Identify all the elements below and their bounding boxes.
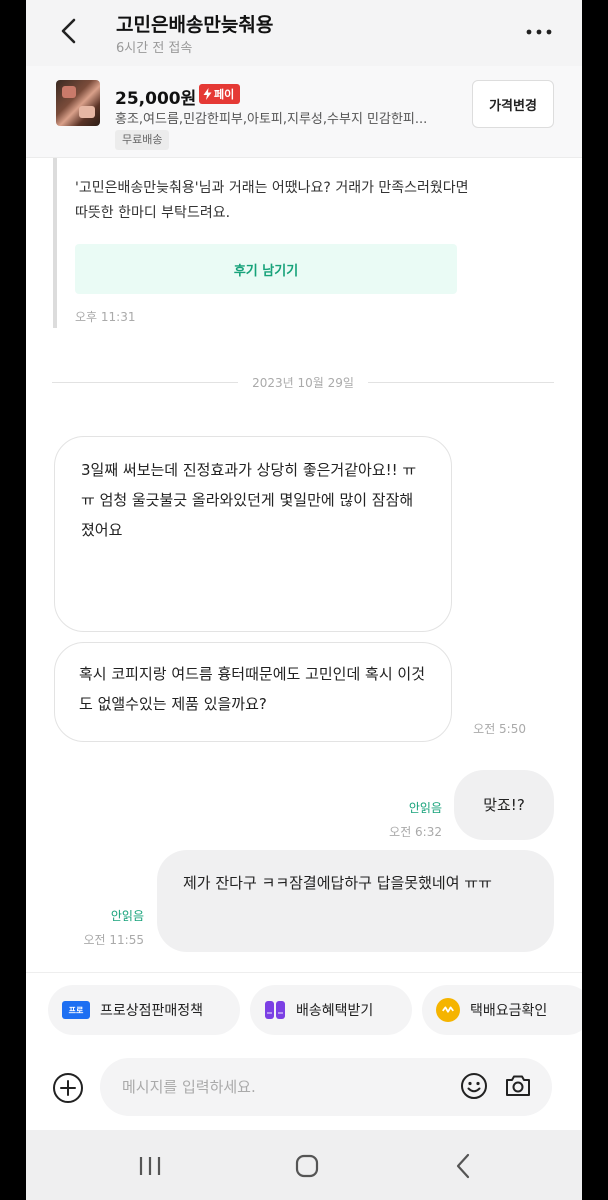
system-back-icon[interactable] bbox=[450, 1152, 478, 1180]
pay-badge-label: 페이 bbox=[214, 88, 235, 101]
back-arrow-icon[interactable] bbox=[54, 16, 84, 46]
coin-icon bbox=[436, 998, 460, 1022]
box-icon bbox=[264, 999, 286, 1021]
quick-actions-bar: 프로 프로상점판매정책 배송혜택받기 택배요금확인 bbox=[26, 972, 582, 1048]
emoji-icon[interactable] bbox=[460, 1072, 488, 1100]
home-icon[interactable] bbox=[293, 1152, 321, 1180]
received-message[interactable]: 혹시 코피지랑 여드름 흉터때문에도 고민인데 혹시 이것도 없앨수있는 제품 … bbox=[54, 642, 452, 742]
pay-badge: 페이 bbox=[199, 84, 241, 104]
divider-line bbox=[367, 381, 555, 383]
unread-status: 안읽음 bbox=[110, 909, 144, 923]
quick-action-label: 프로상점판매정책 bbox=[100, 1003, 204, 1019]
quick-action-shipping-benefit[interactable]: 배송혜택받기 bbox=[250, 985, 412, 1035]
chat-screen: 고민은배송만늦춰용 6시간 전 접속 25,000원 페이 홍조,여드름,민감한… bbox=[26, 0, 582, 1200]
sent-message[interactable]: 제가 잔다구 ㅋㅋ잠결에답하구 답을못했네여 ㅠㅠ bbox=[157, 850, 554, 952]
date-label: 2023년 10월 29일 bbox=[252, 375, 354, 390]
review-request-card: '고민은배송만늦춰용'님과 거래는 어땠나요? 거래가 만족스러웠다면 따뜻한 … bbox=[53, 158, 473, 328]
message-time: 오전 6:32 bbox=[389, 825, 442, 839]
message-meta: 안읽음 오전 6:32 bbox=[326, 796, 442, 844]
more-options-icon[interactable] bbox=[524, 22, 554, 42]
date-divider: 2023년 10월 29일 bbox=[52, 372, 555, 392]
recent-apps-icon[interactable] bbox=[136, 1152, 164, 1180]
message-composer bbox=[26, 1048, 582, 1130]
system-navigation-bar bbox=[26, 1130, 582, 1200]
product-summary[interactable]: 25,000원 페이 홍조,여드름,민감한피부,아토피,지루성,수부지 민감한피… bbox=[26, 66, 582, 158]
price-change-button[interactable]: 가격변경 bbox=[472, 80, 554, 128]
free-shipping-badge: 무료배송 bbox=[115, 130, 170, 150]
message-time: 오전 11:55 bbox=[83, 933, 144, 947]
quick-action-label: 택배요금확인 bbox=[470, 1003, 548, 1019]
message-time: 오전 5:50 bbox=[473, 722, 526, 736]
quick-action-delivery-fee[interactable]: 택배요금확인 bbox=[422, 985, 582, 1035]
review-request-text: '고민은배송만늦춰용'님과 거래는 어땠나요? 거래가 만족스러웠다면 따뜻한 … bbox=[75, 180, 469, 221]
product-description: 홍조,여드름,민감한피부,아토피,지루성,수부지 민감한피... bbox=[115, 112, 428, 127]
sent-message[interactable]: 맞죠!? bbox=[454, 770, 554, 840]
camera-icon[interactable] bbox=[504, 1072, 532, 1100]
received-message[interactable]: 3일째 써보는데 진정효과가 상당히 좋은거같아요!! ㅠㅠ 엄청 울긋불긋 올… bbox=[54, 436, 452, 632]
quick-action-pro-policy[interactable]: 프로 프로상점판매정책 bbox=[48, 985, 240, 1035]
chat-header: 고민은배송만늦춰용 6시간 전 접속 bbox=[26, 0, 582, 66]
chat-partner-name: 고민은배송만늦춰용 bbox=[116, 14, 274, 36]
quick-action-label: 배송혜택받기 bbox=[296, 1003, 374, 1019]
write-review-button[interactable]: 후기 남기기 bbox=[75, 244, 457, 294]
message-time: 오후 11:31 bbox=[75, 310, 136, 324]
message-meta: 안읽음 오전 11:55 bbox=[46, 904, 144, 952]
divider-line bbox=[52, 381, 239, 383]
unread-status: 안읽음 bbox=[408, 801, 442, 815]
pro-badge-icon: 프로 bbox=[62, 1001, 90, 1019]
lightning-icon bbox=[203, 88, 212, 100]
product-price: 25,000원 bbox=[115, 89, 197, 109]
add-attachment-icon[interactable] bbox=[52, 1072, 84, 1104]
last-seen-status: 6시간 전 접속 bbox=[116, 41, 193, 56]
product-thumbnail[interactable] bbox=[56, 80, 100, 126]
